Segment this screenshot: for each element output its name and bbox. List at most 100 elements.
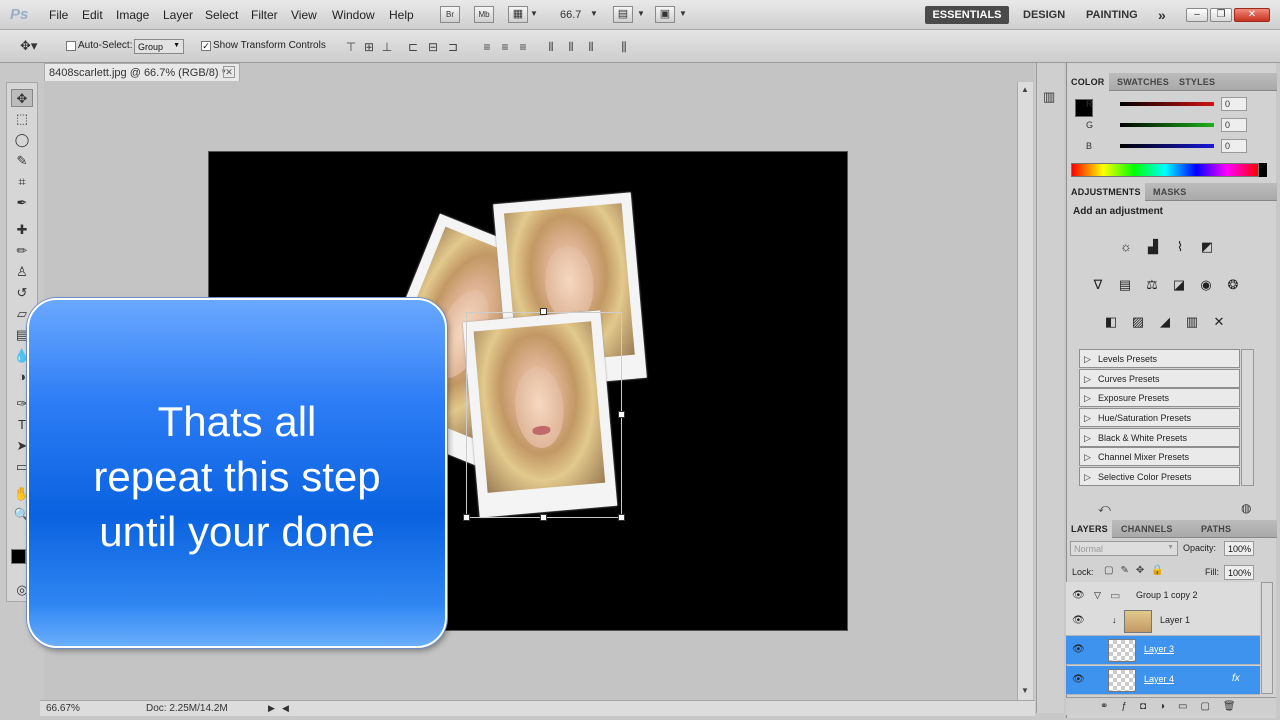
adjustment-options-icon[interactable]: ◍ xyxy=(1241,501,1251,515)
tab-adjustments[interactable]: ADJUSTMENTS xyxy=(1067,183,1145,201)
menu-help[interactable]: Help xyxy=(389,8,414,22)
tab-styles[interactable]: STYLES xyxy=(1179,77,1215,87)
auto-align-layers-icon[interactable]: ⫼ xyxy=(617,40,631,54)
photo-filter-icon[interactable]: ◉ xyxy=(1195,275,1217,295)
distribute-bottom-icon[interactable]: ≡ xyxy=(516,40,530,54)
color-balance-icon[interactable]: ⚖ xyxy=(1141,275,1163,295)
close-icon[interactable]: ✕ xyxy=(223,66,235,78)
more-workspaces-icon[interactable]: » xyxy=(1158,6,1166,24)
zoom-level[interactable]: 66.7 xyxy=(560,9,581,21)
channel-mixer-icon[interactable]: ❂ xyxy=(1222,275,1244,295)
crop-tool-icon[interactable]: ⌗ xyxy=(11,173,33,191)
layers-scrollbar[interactable] xyxy=(1261,582,1273,694)
posterize-icon[interactable]: ▨ xyxy=(1127,312,1149,332)
preset-levels[interactable]: ▷ Levels Presets xyxy=(1079,349,1240,368)
distribute-top-icon[interactable]: ≡ xyxy=(480,40,494,54)
fill-input[interactable]: 100% xyxy=(1224,565,1254,580)
quick-selection-tool-icon[interactable]: ✎ xyxy=(11,152,33,170)
eyedropper-tool-icon[interactable]: ✒ xyxy=(11,194,33,212)
eye-icon[interactable]: 👁 xyxy=(1072,644,1085,655)
menu-view[interactable]: View xyxy=(291,8,317,22)
arrange-documents-icon[interactable]: ▤ xyxy=(613,6,633,23)
tab-layers[interactable]: LAYERS xyxy=(1067,520,1112,538)
tab-paths[interactable]: PATHS xyxy=(1201,524,1231,534)
green-slider[interactable] xyxy=(1120,123,1214,127)
blend-mode-dropdown[interactable]: Normal ▼ xyxy=(1070,541,1178,556)
eye-icon[interactable]: 👁 xyxy=(1072,674,1085,685)
tab-color[interactable]: COLOR xyxy=(1067,73,1109,91)
curves-icon[interactable]: ⌇ xyxy=(1169,237,1191,257)
menu-image[interactable]: Image xyxy=(116,8,149,22)
auto-select-checkbox[interactable] xyxy=(66,41,76,51)
status-zoom[interactable]: 66.67% xyxy=(46,703,80,714)
transform-handle[interactable] xyxy=(540,514,547,521)
close-icon[interactable]: ✕ xyxy=(1234,8,1270,22)
fx-badge[interactable]: fx xyxy=(1232,673,1240,684)
gradient-map-icon[interactable]: ▥ xyxy=(1181,312,1203,332)
distribute-vcenter-icon[interactable]: ≡ xyxy=(498,40,512,54)
layer-row[interactable]: 👁 Layer 3 xyxy=(1066,636,1260,665)
scroll-up-icon[interactable]: ▲ xyxy=(1021,85,1029,94)
distribute-left-icon[interactable]: ⦀ xyxy=(544,40,558,54)
layers-footer-icons[interactable]: ⚭ƒ◘◑▭▢🗑 xyxy=(1066,697,1276,715)
layer-row[interactable]: 👁 Layer 4 fx xyxy=(1066,666,1260,695)
workspace-essentials[interactable]: ESSENTIALS xyxy=(925,6,1009,24)
preset-black-white[interactable]: ▷ Black & White Presets xyxy=(1079,428,1240,447)
tab-channels[interactable]: CHANNELS xyxy=(1121,524,1173,534)
layer-row[interactable]: 👁 ↓ Layer 1 xyxy=(1066,607,1260,636)
clone-stamp-tool-icon[interactable]: ♙ xyxy=(11,263,33,281)
show-transform-controls-checkbox[interactable]: ✓ xyxy=(201,41,211,51)
workspace-design[interactable]: DESIGN xyxy=(1023,6,1065,24)
align-left-edges-icon[interactable]: ⊏ xyxy=(406,40,420,54)
black-swatch[interactable] xyxy=(1259,163,1267,177)
red-value[interactable]: 0 xyxy=(1221,97,1247,111)
menu-select[interactable]: Select xyxy=(205,8,238,22)
menu-edit[interactable]: Edit xyxy=(82,8,103,22)
red-slider[interactable] xyxy=(1120,102,1214,106)
lock-options-icons[interactable]: ▢✎✥🔒 xyxy=(1104,565,1171,576)
distribute-hcenter-icon[interactable]: ⦀ xyxy=(564,40,578,54)
blue-slider[interactable] xyxy=(1120,144,1214,148)
hue-saturation-icon[interactable]: ▤ xyxy=(1114,275,1136,295)
menu-file[interactable]: File xyxy=(49,8,68,22)
align-vertical-centers-icon[interactable]: ⊞ xyxy=(362,40,376,54)
green-value[interactable]: 0 xyxy=(1221,118,1247,132)
tab-masks[interactable]: MASKS xyxy=(1153,187,1187,197)
move-tool-icon[interactable]: ✥ xyxy=(11,89,33,107)
auto-select-dropdown[interactable]: Group ▼ xyxy=(134,39,184,54)
selective-color-icon[interactable]: ✕ xyxy=(1208,312,1230,332)
chevron-down-icon[interactable]: ▼ xyxy=(637,9,645,18)
presets-scrollbar[interactable] xyxy=(1241,349,1254,486)
vertical-scrollbar[interactable]: ▲ ▼ xyxy=(1017,82,1033,700)
minimize-icon[interactable]: – xyxy=(1186,8,1208,22)
history-panel-icon[interactable]: ▥ xyxy=(1043,89,1055,105)
brightness-contrast-icon[interactable]: ☼ xyxy=(1115,237,1137,257)
menu-window[interactable]: Window xyxy=(332,8,375,22)
return-to-list-icon[interactable]: ⤺ xyxy=(1098,501,1111,516)
transform-handle[interactable] xyxy=(463,514,470,521)
color-spectrum-bar[interactable] xyxy=(1071,163,1259,177)
menu-layer[interactable]: Layer xyxy=(163,8,193,22)
tab-swatches[interactable]: SWATCHES xyxy=(1117,77,1169,87)
restore-icon[interactable]: ❐ xyxy=(1210,8,1232,22)
transform-handle[interactable] xyxy=(540,308,547,315)
preset-curves[interactable]: ▷ Curves Presets xyxy=(1079,369,1240,388)
brush-tool-icon[interactable]: ✏ xyxy=(11,242,33,260)
align-bottom-edges-icon[interactable]: ⊥ xyxy=(380,40,394,54)
threshold-icon[interactable]: ◢ xyxy=(1154,312,1176,332)
eye-icon[interactable]: 👁 xyxy=(1072,590,1085,601)
transform-handle[interactable] xyxy=(618,411,625,418)
foreground-color-swatch[interactable] xyxy=(11,549,26,564)
chevron-down-icon[interactable]: ▼ xyxy=(679,9,687,18)
view-extras-icon[interactable]: ▦ xyxy=(508,6,528,23)
blue-value[interactable]: 0 xyxy=(1221,139,1247,153)
lasso-tool-icon[interactable]: ◯ xyxy=(11,131,33,149)
marquee-tool-icon[interactable]: ⬚ xyxy=(11,110,33,128)
exposure-icon[interactable]: ◩ xyxy=(1196,237,1218,257)
preset-hue-saturation[interactable]: ▷ Hue/Saturation Presets xyxy=(1079,408,1240,427)
align-horizontal-centers-icon[interactable]: ⊟ xyxy=(426,40,440,54)
invert-icon[interactable]: ◧ xyxy=(1100,312,1122,332)
spot-healing-tool-icon[interactable]: ✚ xyxy=(11,221,33,239)
align-right-edges-icon[interactable]: ⊐ xyxy=(446,40,460,54)
transform-handle[interactable] xyxy=(618,514,625,521)
